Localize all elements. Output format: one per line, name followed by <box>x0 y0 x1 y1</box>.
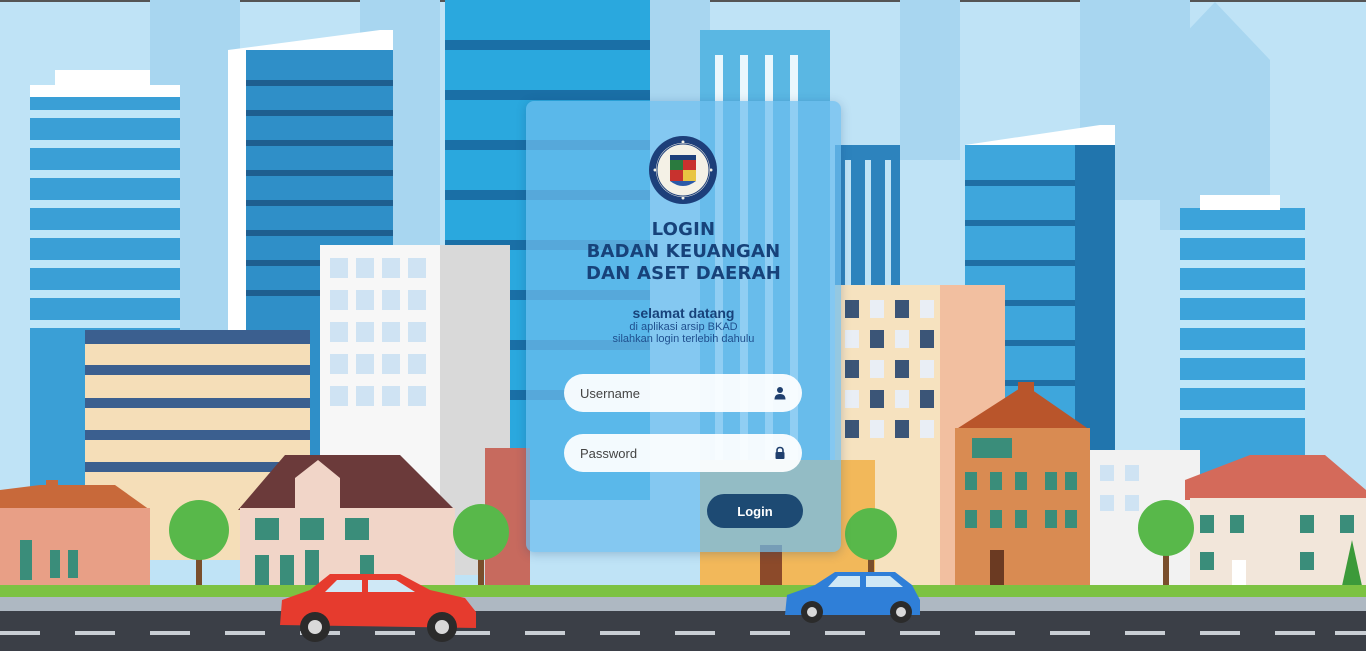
login-card: LOGIN BADAN KEUANGAN DAN ASET DAERAH sel… <box>526 101 841 552</box>
welcome-subtext-app: di aplikasi arsip BKAD <box>629 321 738 333</box>
welcome-heading: selamat datang <box>632 305 735 321</box>
title-line-agency-2: DAN ASET DAERAH <box>586 263 781 284</box>
title-line-agency-1: BADAN KEUANGAN <box>586 241 781 262</box>
lock-icon <box>773 446 787 460</box>
title-line-login: LOGIN <box>651 219 716 240</box>
password-input[interactable] <box>564 434 764 472</box>
welcome-message: selamat datang di aplikasi arsip BKAD si… <box>526 305 841 345</box>
welcome-subtext-instruction: silahkan login terlebih dahulu <box>612 333 755 345</box>
username-input[interactable] <box>564 374 764 412</box>
user-icon <box>773 386 787 400</box>
password-field-group <box>564 434 802 472</box>
username-field-group <box>564 374 802 412</box>
city-government-emblem-logo <box>648 135 718 205</box>
page-title: LOGIN BADAN KEUANGAN DAN ASET DAERAH <box>526 219 841 285</box>
login-button[interactable]: Login <box>707 494 803 528</box>
